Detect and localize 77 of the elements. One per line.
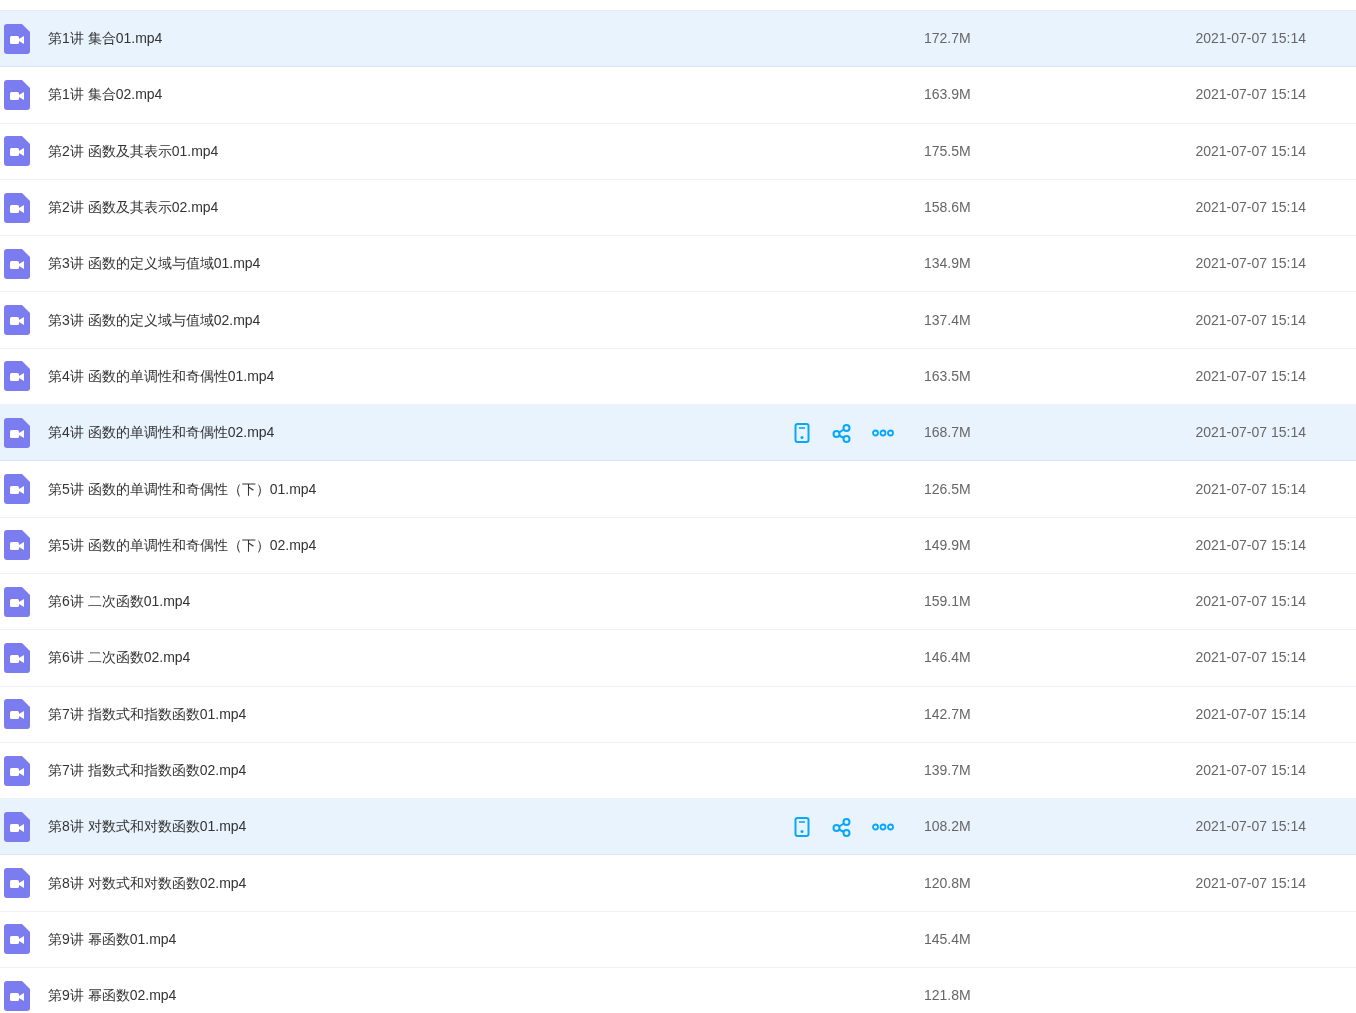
- modified-date: 2021-07-07 15:14: [1195, 873, 1306, 893]
- modified-date: 2021-07-07 15:14: [1195, 423, 1306, 443]
- file-name[interactable]: 第4讲 函数的单调性和奇偶性02.mp4: [48, 422, 786, 444]
- file-name[interactable]: 第1讲 集合02.mp4: [48, 84, 786, 106]
- file-size: 163.9M: [924, 85, 972, 105]
- video-file-icon: [4, 868, 30, 899]
- file-name[interactable]: 第2讲 函数及其表示01.mp4: [48, 140, 786, 162]
- file-name[interactable]: 第5讲 函数的单调性和奇偶性（下）02.mp4: [48, 534, 786, 556]
- video-file-icon: [4, 811, 30, 842]
- modified-date: 2021-07-07 15:14: [1195, 817, 1306, 837]
- file-name[interactable]: 第2讲 函数及其表示02.mp4: [48, 197, 786, 219]
- modified-date: 2021-07-07 15:14: [1195, 29, 1306, 49]
- video-file-icon: [4, 361, 30, 392]
- video-file-icon: [4, 79, 30, 110]
- video-file-icon: [4, 530, 30, 561]
- file-size: 139.7M: [924, 761, 972, 780]
- video-file-icon: [4, 417, 30, 448]
- phone-icon[interactable]: [792, 815, 812, 838]
- video-file-icon: [4, 136, 30, 167]
- video-file-icon: [4, 755, 30, 786]
- modified-date: 2021-07-07 15:14: [1195, 85, 1306, 105]
- video-file-icon: [4, 248, 30, 279]
- file-size: 149.9M: [924, 535, 972, 555]
- file-size: 163.5M: [924, 366, 972, 386]
- file-size: 126.5M: [924, 479, 972, 499]
- file-name[interactable]: 第4讲 函数的单调性和奇偶性01.mp4: [48, 365, 786, 387]
- modified-date: 2021-07-07 15:14: [1195, 310, 1306, 330]
- video-file-icon: [4, 642, 30, 673]
- video-file-icon: [4, 586, 30, 617]
- phone-icon[interactable]: [792, 421, 812, 444]
- video-file-icon: [4, 474, 30, 504]
- modified-date: 2021-07-07 15:14: [1195, 479, 1306, 499]
- file-size: 121.8M: [924, 986, 972, 1006]
- video-file-icon: [4, 980, 30, 1011]
- share-icon[interactable]: [832, 815, 852, 838]
- file-name[interactable]: 第1讲 集合01.mp4: [48, 28, 786, 50]
- file-name[interactable]: 第8讲 对数式和对数函数01.mp4: [48, 816, 786, 838]
- file-name[interactable]: 第7讲 指数式和指数函数01.mp4: [48, 703, 786, 725]
- file-name[interactable]: 第7讲 指数式和指数函数02.mp4: [48, 760, 786, 781]
- file-size: 172.7M: [924, 29, 972, 49]
- video-file-icon: [4, 305, 30, 336]
- video-file-icon: [4, 699, 30, 730]
- file-size: 120.8M: [924, 873, 972, 893]
- modified-date: 2021-07-07 15:14: [1195, 761, 1306, 780]
- file-size: 159.1M: [924, 592, 972, 612]
- modified-date: 2021-07-07 15:14: [1195, 198, 1306, 218]
- modified-date: 2021-07-07 15:14: [1195, 648, 1306, 668]
- file-name[interactable]: 第8讲 对数式和对数函数02.mp4: [48, 872, 786, 894]
- file-name[interactable]: 第3讲 函数的定义域与值域01.mp4: [48, 253, 786, 275]
- file-name[interactable]: 第6讲 二次函数02.mp4: [48, 647, 786, 669]
- modified-date: 2021-07-07 15:14: [1195, 535, 1306, 555]
- file-size: 142.7M: [924, 704, 972, 724]
- file-size: 134.9M: [924, 254, 972, 274]
- file-row[interactable]: 第1讲 集合01.mp4 172.7M 2021-07-07 15:14: [0, 11, 1356, 68]
- file-name[interactable]: 第6讲 二次函数01.mp4: [48, 591, 786, 613]
- modified-date: 2021-07-07 15:14: [1195, 141, 1306, 161]
- file-row[interactable]: 第8讲 对数式和对数函数01.mp4 108.2M 2021-07-07 15:14: [0, 799, 1356, 856]
- modified-date: 2021-07-07 15:14: [1195, 366, 1306, 386]
- modified-date: 2021-07-07 15:14: [1195, 592, 1306, 612]
- file-size: 137.4M: [924, 310, 972, 330]
- file-size: 158.6M: [924, 198, 972, 218]
- file-size: 145.4M: [924, 929, 972, 949]
- video-file-icon: [4, 192, 30, 223]
- file-size: 175.5M: [924, 141, 972, 161]
- share-icon[interactable]: [832, 421, 852, 444]
- file-size: 108.2M: [924, 817, 972, 837]
- file-size: 146.4M: [924, 648, 972, 668]
- file-name[interactable]: 第9讲 幂函数02.mp4: [48, 985, 786, 1007]
- video-file-icon: [4, 23, 30, 54]
- modified-date: 2021-07-07 15:14: [1195, 254, 1306, 274]
- video-file-icon: [4, 924, 30, 955]
- file-name[interactable]: 第5讲 函数的单调性和奇偶性（下）01.mp4: [48, 478, 786, 500]
- file-name[interactable]: 第9讲 幂函数01.mp4: [48, 928, 786, 950]
- file-row[interactable]: 第4讲 函数的单调性和奇偶性02.mp4 168.7M 2021-07-07 15:14: [0, 405, 1356, 462]
- file-name[interactable]: 第3讲 函数的定义域与值域02.mp4: [48, 309, 786, 331]
- modified-date: 2021-07-07 15:14: [1195, 704, 1306, 724]
- file-size: 168.7M: [924, 423, 972, 443]
